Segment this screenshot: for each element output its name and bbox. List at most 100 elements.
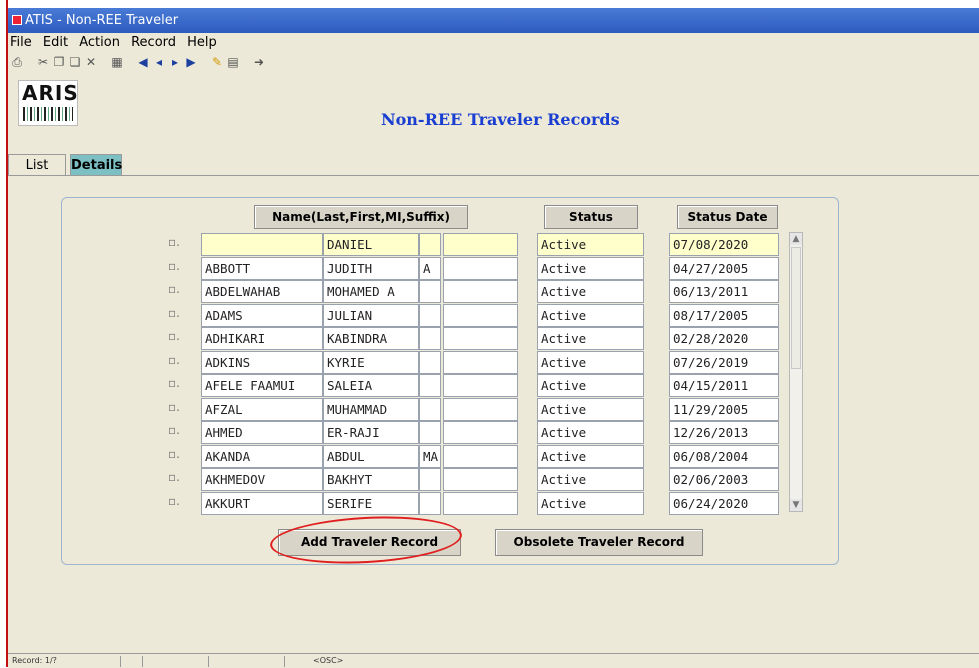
copy-icon[interactable]: ❐ (52, 55, 66, 69)
first-name-cell[interactable]: KABINDRA (323, 327, 419, 350)
first-name-cell[interactable]: SERIFE (323, 492, 419, 515)
last-name-cell[interactable]: ADHIKARI (201, 327, 323, 350)
status-cell[interactable]: Active (537, 233, 644, 256)
first-name-cell[interactable]: ER-RAJI (323, 421, 419, 444)
last-name-cell[interactable]: ADKINS (201, 351, 323, 374)
row-select-checkbox[interactable]: ▫. (168, 259, 182, 277)
first-name-cell[interactable]: ABDUL (323, 445, 419, 468)
status-cell[interactable]: Active (537, 351, 644, 374)
table-row[interactable]: ▫. ADKINS KYRIE Active 07/26/2019 (0, 351, 979, 375)
middle-initial-cell[interactable] (419, 304, 441, 327)
middle-initial-cell[interactable] (419, 421, 441, 444)
first-name-cell[interactable]: DANIEL (323, 233, 419, 256)
middle-initial-cell[interactable] (419, 280, 441, 303)
status-cell[interactable]: Active (537, 257, 644, 280)
table-row[interactable]: ▫. AFELE FAAMUI SALEIA Active 04/15/2011 (0, 374, 979, 398)
last-name-cell[interactable]: ADAMS (201, 304, 323, 327)
row-select-checkbox[interactable]: ▫. (168, 329, 182, 347)
first-name-cell[interactable]: KYRIE (323, 351, 419, 374)
suffix-cell[interactable] (443, 374, 518, 397)
menu-action[interactable]: Action (79, 33, 120, 50)
last-name-cell[interactable] (201, 233, 323, 256)
name-column-header[interactable]: Name(Last,First,MI,Suffix) (254, 205, 468, 229)
last-name-cell[interactable]: AKANDA (201, 445, 323, 468)
paste-icon[interactable]: ❏ (68, 55, 82, 69)
status-cell[interactable]: Active (537, 468, 644, 491)
status-date-cell[interactable]: 06/24/2020 (669, 492, 779, 515)
table-row[interactable]: ▫. ADHIKARI KABINDRA Active 02/28/2020 (0, 327, 979, 351)
status-date-cell[interactable]: 07/26/2019 (669, 351, 779, 374)
row-select-checkbox[interactable]: ▫. (168, 447, 182, 465)
row-select-checkbox[interactable]: ▫. (168, 235, 182, 253)
obsolete-traveler-record-button[interactable]: Obsolete Traveler Record (495, 529, 703, 556)
status-date-cell[interactable]: 02/06/2003 (669, 468, 779, 491)
status-column-header[interactable]: Status (544, 205, 638, 229)
row-select-checkbox[interactable]: ▫. (168, 470, 182, 488)
middle-initial-cell[interactable]: A (419, 257, 441, 280)
first-name-cell[interactable]: SALEIA (323, 374, 419, 397)
suffix-cell[interactable] (443, 421, 518, 444)
middle-initial-cell[interactable] (419, 492, 441, 515)
table-row[interactable]: ▫. AKKURT SERIFE Active 06/24/2020 (0, 492, 979, 516)
suffix-cell[interactable] (443, 468, 518, 491)
row-select-checkbox[interactable]: ▫. (168, 494, 182, 512)
suffix-cell[interactable] (443, 351, 518, 374)
menu-help[interactable]: Help (187, 33, 217, 50)
last-record-icon[interactable]: ▶ (184, 55, 198, 69)
last-name-cell[interactable]: AFELE FAAMUI (201, 374, 323, 397)
table-row[interactable]: ▫. AKANDA ABDUL MA Active 06/08/2004 (0, 445, 979, 469)
menu-record[interactable]: Record (131, 33, 176, 50)
suffix-cell[interactable] (443, 233, 518, 256)
table-row[interactable]: ▫. AFZAL MUHAMMAD Active 11/29/2005 (0, 398, 979, 422)
status-date-cell[interactable]: 11/29/2005 (669, 398, 779, 421)
last-name-cell[interactable]: ABDELWAHAB (201, 280, 323, 303)
first-name-cell[interactable]: JUDITH (323, 257, 419, 280)
scroll-down-icon[interactable]: ▼ (790, 499, 802, 511)
last-name-cell[interactable]: AFZAL (201, 398, 323, 421)
status-date-cell[interactable]: 04/15/2011 (669, 374, 779, 397)
suffix-cell[interactable] (443, 304, 518, 327)
first-record-icon[interactable]: ◀ (136, 55, 150, 69)
status-cell[interactable]: Active (537, 374, 644, 397)
status-date-cell[interactable]: 04/27/2005 (669, 257, 779, 280)
suffix-cell[interactable] (443, 398, 518, 421)
last-name-cell[interactable]: AHMED (201, 421, 323, 444)
scrollbar-thumb[interactable] (791, 247, 801, 369)
status-date-column-header[interactable]: Status Date (677, 205, 778, 229)
status-date-cell[interactable]: 02/28/2020 (669, 327, 779, 350)
last-name-cell[interactable]: ABBOTT (201, 257, 323, 280)
table-row[interactable]: ▫. AHMED ER-RAJI Active 12/26/2013 (0, 421, 979, 445)
table-row[interactable]: ▫. AKHMEDOV BAKHYT Active 02/06/2003 (0, 468, 979, 492)
cut-icon[interactable]: ✂ (36, 55, 50, 69)
tab-list[interactable]: List (8, 154, 66, 175)
last-name-cell[interactable]: AKKURT (201, 492, 323, 515)
status-date-cell[interactable]: 12/26/2013 (669, 421, 779, 444)
tab-details[interactable]: Details (70, 154, 122, 175)
status-date-cell[interactable]: 08/17/2005 (669, 304, 779, 327)
first-name-cell[interactable]: BAKHYT (323, 468, 419, 491)
status-cell[interactable]: Active (537, 304, 644, 327)
row-select-checkbox[interactable]: ▫. (168, 400, 182, 418)
middle-initial-cell[interactable] (419, 233, 441, 256)
row-select-checkbox[interactable]: ▫. (168, 423, 182, 441)
first-name-cell[interactable]: MUHAMMAD (323, 398, 419, 421)
suffix-cell[interactable] (443, 445, 518, 468)
exit-icon[interactable]: ➜ (252, 55, 266, 69)
status-date-cell[interactable]: 07/08/2020 (669, 233, 779, 256)
print-icon[interactable]: ⎙ (10, 55, 24, 69)
table-row[interactable]: ▫. DANIEL Active 07/08/2020 (0, 233, 979, 257)
suffix-cell[interactable] (443, 280, 518, 303)
middle-initial-cell[interactable] (419, 374, 441, 397)
table-row[interactable]: ▫. ABBOTT JUDITH A Active 04/27/2005 (0, 257, 979, 281)
status-date-cell[interactable]: 06/13/2011 (669, 280, 779, 303)
suffix-cell[interactable] (443, 257, 518, 280)
middle-initial-cell[interactable]: MA (419, 445, 441, 468)
row-select-checkbox[interactable]: ▫. (168, 282, 182, 300)
records-scrollbar[interactable]: ▲ ▼ (789, 232, 803, 512)
last-name-cell[interactable]: AKHMEDOV (201, 468, 323, 491)
table-row[interactable]: ▫. ADAMS JULIAN Active 08/17/2005 (0, 304, 979, 328)
edit-icon[interactable]: ✎ (210, 55, 224, 69)
duplicate-icon[interactable]: ▦ (110, 55, 124, 69)
middle-initial-cell[interactable] (419, 351, 441, 374)
first-name-cell[interactable]: MOHAMED A (323, 280, 419, 303)
